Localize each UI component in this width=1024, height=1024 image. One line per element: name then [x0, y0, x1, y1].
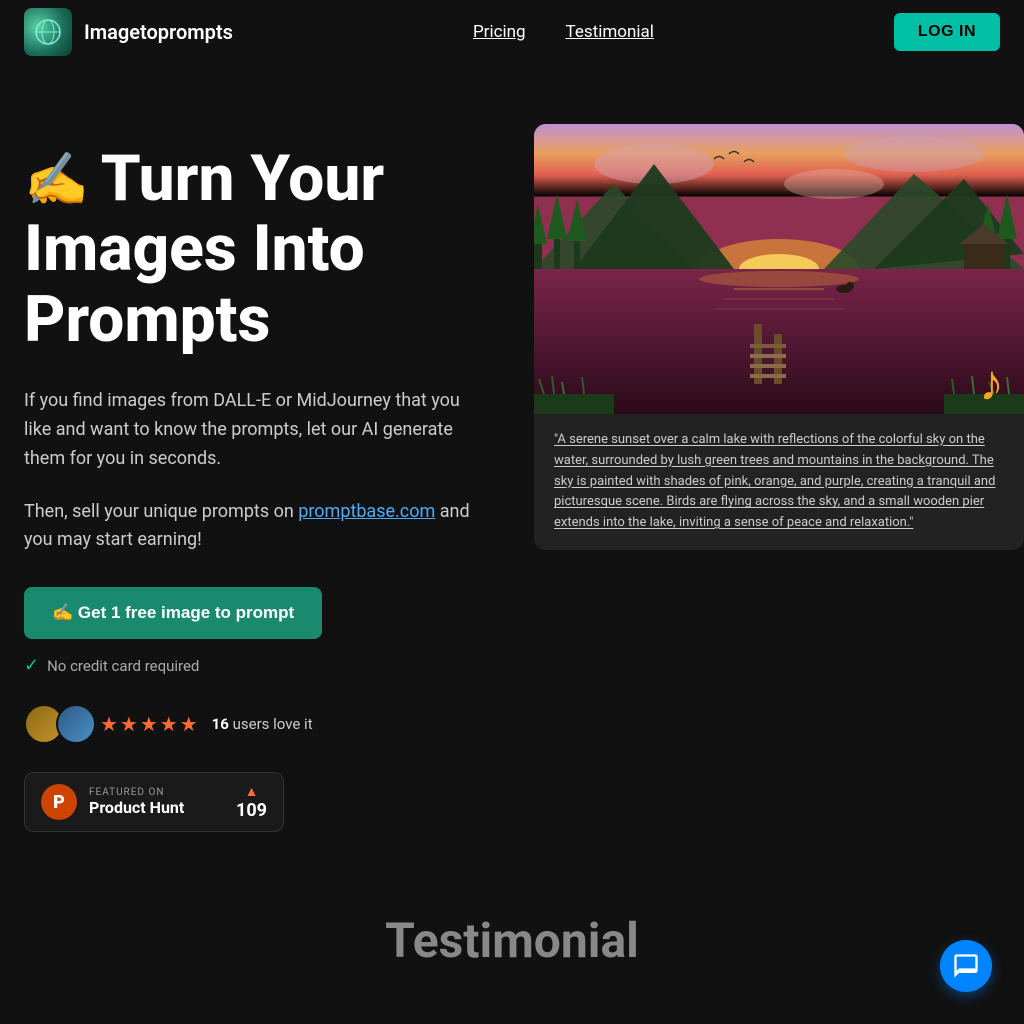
image-caption-area: ♪ "A serene sunset over a calm lake with… — [534, 414, 1024, 550]
ph-featured-label: FEATURED ON — [89, 787, 184, 798]
hero-title-line3: Prompts — [24, 285, 514, 355]
avatar — [56, 704, 96, 744]
testimonial-section: Testimonial — [0, 872, 1024, 1009]
login-button[interactable]: LOG IN — [894, 13, 1000, 51]
hero-left: ✍️ Turn Your Images Into Prompts If you … — [24, 124, 514, 832]
product-hunt-text: FEATURED ON Product Hunt — [89, 787, 184, 817]
checkmark-icon: ✓ — [24, 655, 39, 676]
ph-upvote-arrow: ▲ — [245, 783, 259, 800]
hero-right: ♪ "A serene sunset over a calm lake with… — [534, 124, 1024, 550]
nav: Pricing Testimonial — [473, 22, 654, 42]
social-proof: ★★★★★ 16 users love it — [24, 704, 514, 744]
hero-title: ✍️ Turn Your Images Into Prompts — [24, 144, 514, 355]
testimonial-title: Testimonial — [24, 912, 1000, 969]
avatar-group — [24, 704, 88, 744]
hero-description1: If you find images from DALL-E or MidJou… — [24, 387, 484, 473]
header: Imagetoprompts Pricing Testimonial LOG I… — [0, 0, 1024, 64]
pricing-nav-link[interactable]: Pricing — [473, 22, 526, 42]
star-rating: ★★★★★ — [100, 712, 200, 736]
pencil-emoji: ✍️ — [24, 151, 89, 208]
hero-title-line2: Images Into — [24, 214, 514, 284]
image-caption-text: "A serene sunset over a calm lake with r… — [554, 430, 1004, 534]
ph-name: Product Hunt — [89, 798, 184, 817]
testimonial-nav-link[interactable]: Testimonial — [566, 22, 654, 42]
chat-widget[interactable] — [940, 940, 992, 992]
hero-title-line1: ✍️ Turn Your — [24, 144, 514, 214]
hero-description2: Then, sell your unique prompts on prompt… — [24, 498, 484, 556]
site-name: Imagetoprompts — [84, 20, 233, 44]
ph-count: 109 — [236, 800, 267, 821]
lake-image — [534, 124, 1024, 414]
users-count: 16 — [212, 715, 229, 733]
description2-pre: Then, sell your unique prompts on — [24, 501, 298, 522]
no-credit-text: No credit card required — [47, 657, 199, 675]
hero-section: ✍️ Turn Your Images Into Prompts If you … — [0, 64, 1024, 872]
product-hunt-icon: P — [41, 784, 77, 820]
flame-icon: ♪ — [979, 354, 1004, 413]
users-text: 16 users love it — [212, 715, 313, 733]
no-credit-row: ✓ No credit card required — [24, 655, 514, 676]
cta-button[interactable]: ✍️ Get 1 free image to prompt — [24, 587, 322, 639]
product-hunt-badge[interactable]: P FEATURED ON Product Hunt ▲ 109 — [24, 772, 284, 832]
logo-icon — [24, 8, 72, 56]
chat-icon — [952, 952, 980, 980]
ph-count-area: ▲ 109 — [236, 783, 267, 821]
users-label: users love it — [233, 715, 313, 733]
promptbase-link[interactable]: promptbase.com — [298, 501, 435, 522]
brand: Imagetoprompts — [24, 8, 233, 56]
